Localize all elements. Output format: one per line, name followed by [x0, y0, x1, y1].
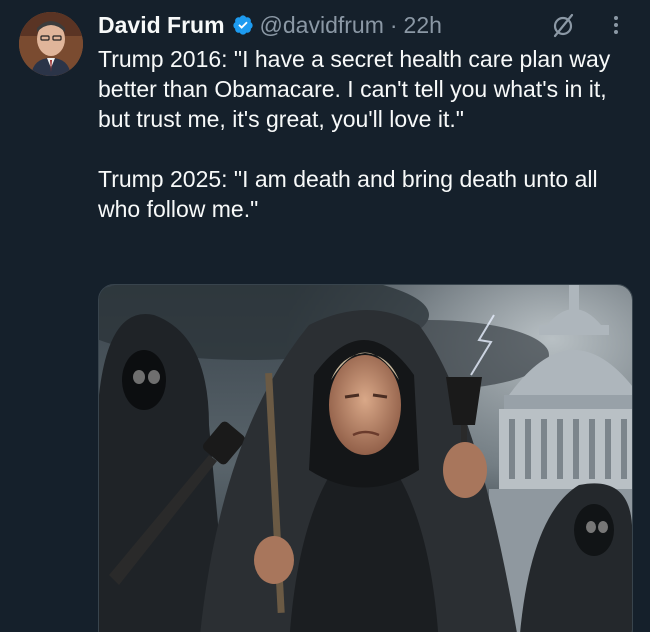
post-image[interactable] — [98, 284, 633, 632]
author-name[interactable]: David Frum — [98, 12, 225, 39]
post-paragraph-1: Trump 2016: "I have a secret health care… — [98, 46, 617, 132]
tweet-header: David Frum @davidfrum · 22h — [98, 8, 442, 42]
post-text: Trump 2016: "I have a secret health care… — [98, 44, 638, 224]
post-timestamp[interactable]: 22h — [404, 12, 442, 39]
avatar-image — [19, 12, 83, 76]
tweet[interactable]: David Frum @davidfrum · 22h Trump 2016: … — [0, 0, 650, 632]
post-image-art — [99, 285, 632, 632]
grok-slash-icon[interactable] — [550, 12, 576, 38]
post-paragraph-2: Trump 2025: "I am death and bring death … — [98, 166, 604, 222]
avatar[interactable] — [19, 12, 83, 76]
more-vertical-icon[interactable] — [603, 12, 629, 38]
separator-dot: · — [389, 11, 398, 38]
verified-badge-icon — [232, 15, 253, 35]
author-handle[interactable]: @davidfrum — [260, 12, 384, 39]
